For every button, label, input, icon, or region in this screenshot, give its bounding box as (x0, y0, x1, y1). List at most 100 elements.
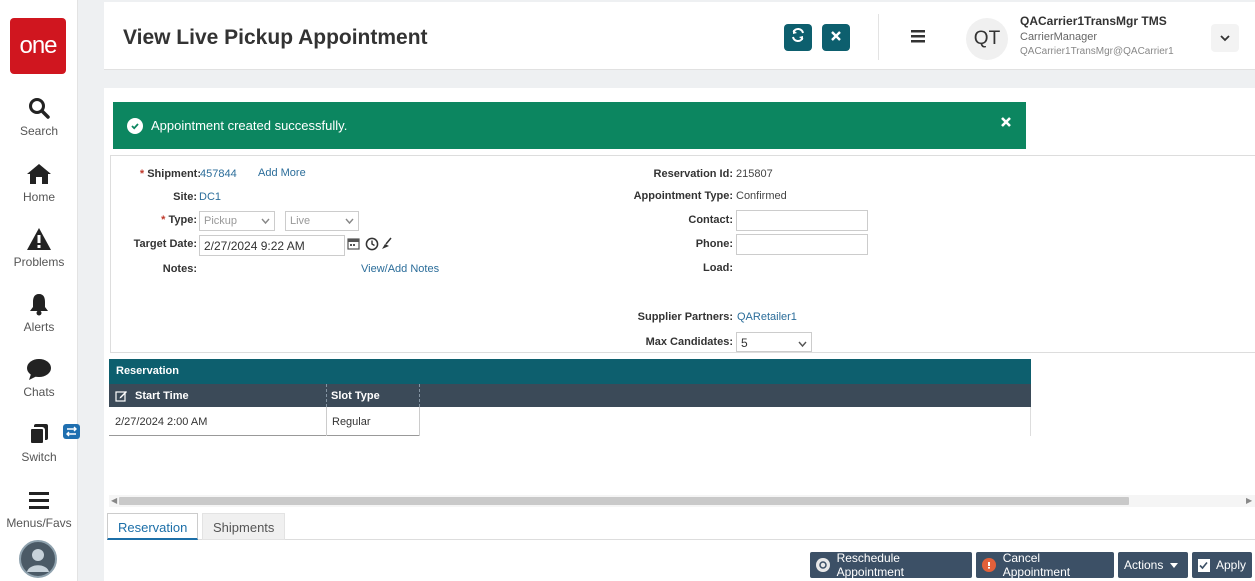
shipment-label-text: Shipment: (147, 168, 201, 180)
checkbox-icon (1198, 558, 1210, 572)
chevron-down-icon (798, 337, 807, 351)
nav-item-search[interactable]: Search (0, 96, 78, 138)
nav-item-problems[interactable]: Problems (0, 227, 78, 269)
page-title: View Live Pickup Appointment (123, 26, 428, 49)
cancel-icon (982, 558, 996, 572)
grid-title: Reservation (109, 359, 1031, 384)
header-divider (878, 14, 879, 60)
cell-slot-type: Regular (332, 416, 371, 428)
phone-input[interactable] (736, 234, 868, 255)
user-menu-dropdown-button[interactable] (1211, 24, 1239, 52)
target-date-label: Target Date: (133, 238, 197, 250)
contact-label: Contact: (688, 214, 733, 226)
close-page-button[interactable] (822, 24, 850, 51)
grid-border (1030, 407, 1031, 436)
reschedule-icon (816, 558, 830, 572)
appointment-form: * Shipment: 457844 Add More Site: DC1 * … (110, 155, 1255, 353)
cell-divider (419, 407, 420, 436)
site-label: Site: (173, 191, 197, 203)
contact-input[interactable] (736, 210, 868, 231)
reservation-grid: Reservation Start Time Slot Type 2/27/20… (109, 359, 1031, 436)
nav-item-chats[interactable]: Chats (0, 357, 78, 399)
max-candidates-select[interactable]: 5 (736, 332, 812, 352)
clear-date-icon[interactable] (381, 237, 393, 255)
column-divider (419, 384, 420, 407)
toast-close-icon[interactable] (1000, 116, 1012, 131)
chat-icon (0, 357, 78, 383)
cancel-appointment-button[interactable]: Cancel Appointment (976, 551, 1114, 579)
scroll-left-icon[interactable]: ◀ (111, 496, 117, 505)
switch-badge-icon[interactable] (63, 424, 80, 439)
hamburger-menu-icon[interactable] (910, 29, 926, 48)
actions-dropdown-button[interactable]: Actions (1118, 552, 1188, 578)
home-icon (0, 162, 78, 188)
reschedule-appointment-button[interactable]: Reschedule Appointment (810, 551, 972, 579)
nav-item-home[interactable]: Home (0, 162, 78, 204)
horizontal-scrollbar[interactable]: ◀ ▶ (109, 495, 1255, 507)
user-profile-avatar[interactable] (19, 540, 57, 578)
edit-icon[interactable] (115, 389, 128, 405)
tab-bar: Reservation Shipments (107, 513, 1255, 540)
clock-icon[interactable] (365, 237, 379, 256)
menu-icon (0, 488, 78, 514)
max-candidates-value: 5 (741, 336, 748, 350)
reschedule-label: Reschedule Appointment (836, 551, 904, 579)
notes-label: Notes: (162, 263, 197, 275)
actions-label: Actions (1124, 558, 1164, 572)
tab-reservation[interactable]: Reservation (107, 513, 199, 540)
max-candidates-label: Max Candidates: (645, 336, 733, 348)
refresh-icon (790, 27, 806, 48)
logo-text: one (19, 32, 57, 59)
content-panel: Appointment created successfully. * Ship… (104, 88, 1255, 581)
tab-shipments[interactable]: Shipments (202, 513, 286, 540)
left-navigation: one Search Home Problems Alerts Chats Sw… (0, 0, 80, 581)
one-logo[interactable]: one (10, 18, 66, 74)
reservation-id-label: Reservation Id: (653, 168, 733, 180)
type-select[interactable]: Pickup (199, 211, 275, 231)
type-label-text: Type: (168, 214, 197, 226)
apply-button[interactable]: Apply (1192, 552, 1252, 578)
target-date-value: 2/27/2024 9:22 AM (204, 239, 305, 253)
nav-label-menus-favs: Menus/Favs (6, 516, 72, 530)
bell-icon (0, 292, 78, 318)
nav-label-problems: Problems (13, 255, 65, 269)
appointment-type-value: Confirmed (736, 190, 787, 202)
caret-down-icon (1170, 558, 1179, 572)
column-header-start-time[interactable]: Start Time (135, 390, 189, 402)
chevron-down-icon (1220, 29, 1230, 47)
site-link[interactable]: DC1 (199, 191, 221, 203)
table-row[interactable]: 2/27/2024 2:00 AM Regular (109, 407, 420, 436)
warning-icon (0, 227, 78, 253)
cell-divider (326, 407, 327, 436)
check-circle-icon (127, 118, 143, 134)
column-header-slot-type[interactable]: Slot Type (331, 390, 380, 402)
apply-label: Apply (1215, 558, 1246, 572)
user-email: QACarrier1TransMgr@QACarrier1 (1020, 46, 1174, 57)
refresh-button[interactable] (784, 24, 812, 51)
type-select-value: Pickup (204, 215, 238, 227)
supplier-partners-link[interactable]: QARetailer1 (737, 311, 797, 323)
reservation-id-value: 215807 (736, 168, 773, 180)
page-header: View Live Pickup Appointment QT QACarrie… (104, 2, 1255, 70)
live-select[interactable]: Live (285, 211, 359, 231)
target-date-input[interactable]: 2/27/2024 9:22 AM (199, 235, 345, 256)
column-divider (326, 384, 327, 407)
scroll-right-icon[interactable]: ▶ (1246, 496, 1252, 505)
phone-label: Phone: (695, 238, 733, 250)
view-add-notes-link[interactable]: View/Add Notes (361, 263, 439, 275)
appointment-type-label: Appointment Type: (633, 190, 733, 202)
nav-item-alerts[interactable]: Alerts (0, 292, 78, 334)
nav-label-alerts: Alerts (23, 320, 55, 334)
chevron-down-icon (345, 216, 354, 228)
nav-label-home: Home (22, 190, 55, 204)
calendar-icon[interactable] (347, 237, 360, 255)
add-more-link[interactable]: Add More (258, 167, 306, 179)
nav-label-switch: Switch (21, 450, 57, 464)
user-initials-avatar[interactable]: QT (966, 18, 1008, 60)
live-select-value: Live (290, 215, 311, 227)
scrollbar-thumb[interactable] (119, 497, 1129, 505)
shipment-link[interactable]: 457844 (200, 168, 237, 180)
nav-item-menus-favs[interactable]: Menus/Favs (0, 488, 78, 530)
grid-header-row: Start Time Slot Type (109, 384, 1031, 407)
shipment-label: * Shipment: (139, 168, 201, 180)
